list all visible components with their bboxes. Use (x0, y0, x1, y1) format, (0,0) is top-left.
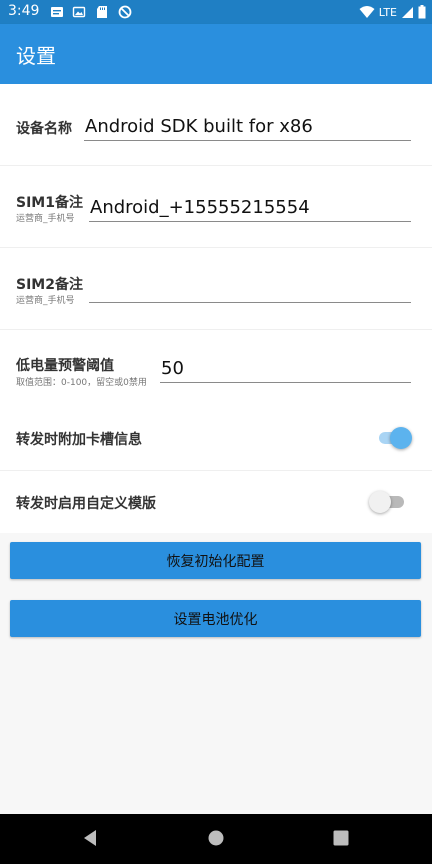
battery-threshold-input[interactable]: 50 (160, 355, 411, 383)
photo-icon (72, 6, 86, 18)
wifi-icon (359, 6, 375, 18)
sim2-input[interactable] (89, 275, 411, 303)
settings-content: 设备名称 Android SDK built for x86 SIM1备注 运营… (0, 84, 432, 814)
network-type: LTE (378, 5, 397, 19)
sim1-row: SIM1备注 运营商_手机号 Android_+15555215554 (0, 166, 432, 247)
email-icon (51, 7, 63, 17)
toggle-knob (390, 427, 412, 449)
device-name-row: 设备名称 Android SDK built for x86 (0, 84, 432, 165)
status-time: 3:49 (8, 3, 40, 19)
battery-threshold-label: 低电量预警阈值 (16, 358, 114, 374)
battery-threshold-row: 低电量预警阈值 取值范围：0-100，留空或0禁用 50 转发时附加卡槽信息 (0, 330, 432, 470)
toggle-knob (369, 491, 391, 513)
sim1-hint: 运营商_手机号 (16, 214, 75, 224)
home-icon[interactable] (207, 829, 225, 847)
device-name-label: 设备名称 (16, 121, 72, 137)
sim1-label: SIM1备注 (16, 195, 83, 211)
sd-card-icon (97, 6, 107, 18)
page-title: 设置 (16, 44, 56, 68)
battery-optimization-button[interactable]: 设置电池优化 (10, 600, 421, 637)
signal-icon (402, 6, 413, 18)
custom-template-row: 转发时启用自定义模版 (0, 471, 432, 533)
append-slot-info-label: 转发时附加卡槽信息 (16, 432, 142, 448)
custom-template-label: 转发时启用自定义模版 (16, 496, 156, 512)
reset-config-button[interactable]: 恢复初始化配置 (10, 542, 421, 579)
status-bar: 3:49 LTE (0, 0, 432, 24)
sim2-row: SIM2备注 运营商_手机号 (0, 248, 432, 329)
sim1-input[interactable]: Android_+15555215554 (89, 194, 411, 222)
battery-threshold-hint: 取值范围：0-100，留空或0禁用 (16, 378, 147, 388)
battery-icon (418, 5, 426, 19)
status-right-group: LTE (359, 3, 426, 21)
sim2-label: SIM2备注 (16, 277, 83, 293)
device-name-input[interactable]: Android SDK built for x86 (84, 113, 411, 141)
custom-template-toggle[interactable] (368, 488, 408, 516)
no-entry-icon (118, 5, 132, 19)
navigation-bar (0, 814, 432, 864)
append-slot-info-toggle[interactable] (375, 424, 415, 452)
recents-icon[interactable] (332, 829, 350, 847)
sim2-hint: 运营商_手机号 (16, 296, 75, 306)
back-icon[interactable] (81, 829, 99, 847)
app-bar: 设置 (0, 24, 432, 84)
